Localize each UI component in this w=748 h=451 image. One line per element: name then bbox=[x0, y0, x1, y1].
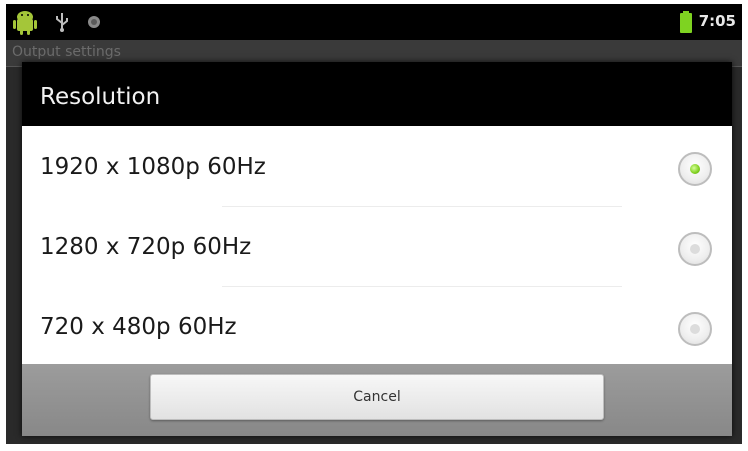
clock: 7:05 bbox=[698, 12, 736, 30]
option-label: 1920 x 1080p 60Hz bbox=[40, 154, 266, 180]
resolution-options-list: 1920 x 1080p 60Hz 1280 x 720p 60Hz 720 x… bbox=[22, 126, 732, 364]
option-label: 1280 x 720p 60Hz bbox=[40, 234, 252, 260]
android-icon bbox=[13, 11, 37, 35]
radio-button[interactable] bbox=[678, 312, 712, 346]
radio-button-checked[interactable] bbox=[678, 152, 712, 186]
option-1920x1080[interactable]: 1920 x 1080p 60Hz bbox=[22, 126, 732, 206]
battery-icon bbox=[680, 11, 692, 33]
status-bar: 7:05 bbox=[6, 4, 742, 40]
dialog-title-bar: Resolution bbox=[22, 62, 732, 126]
option-label: 720 x 480p 60Hz bbox=[40, 314, 237, 340]
cancel-button[interactable]: Cancel bbox=[150, 374, 604, 420]
dialog-title: Resolution bbox=[40, 84, 161, 110]
radio-button[interactable] bbox=[678, 232, 712, 266]
dialog-button-bar: Cancel bbox=[22, 364, 732, 436]
option-1280x720[interactable]: 1280 x 720p 60Hz bbox=[22, 206, 732, 286]
device-screen: 7:05 Output settings Resolution 1920 x 1… bbox=[6, 4, 742, 444]
option-720x480[interactable]: 720 x 480p 60Hz bbox=[22, 286, 732, 366]
usb-icon bbox=[56, 13, 68, 32]
debug-icon bbox=[88, 16, 100, 28]
resolution-dialog: Resolution 1920 x 1080p 60Hz 1280 x 720p… bbox=[22, 62, 732, 436]
background-title-text: Output settings bbox=[12, 44, 121, 60]
